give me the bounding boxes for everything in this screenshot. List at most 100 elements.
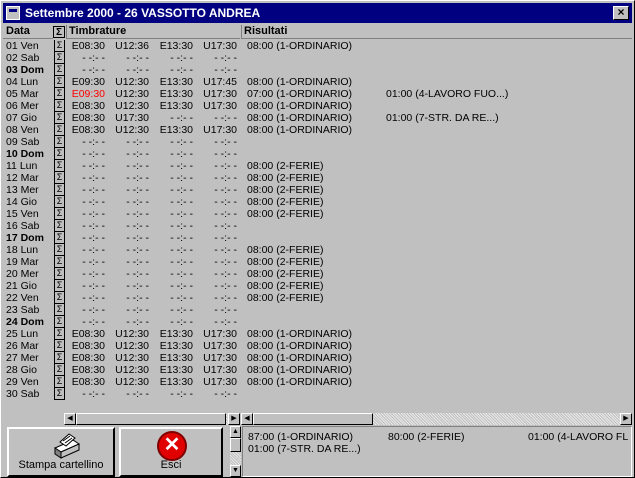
title-bar[interactable]: Settembre 2000 - 26 VASSOTTO ANDREA × xyxy=(3,3,632,23)
scroll-down-arrow-icon[interactable]: ▼ xyxy=(230,465,241,477)
timbratura-cell[interactable]: - -:- - xyxy=(193,268,237,280)
timbratura-cell[interactable]: - -:- - xyxy=(193,160,237,172)
scroll-thumb[interactable] xyxy=(76,413,226,425)
risultati-row[interactable]: 07:00 (1-ORDINARIO) 01:00 (4-LAVORO FUO..… xyxy=(241,88,632,100)
risultati-row[interactable]: 08:00 (2-FERIE) xyxy=(241,160,632,172)
timbratura-cell[interactable]: - -:- - xyxy=(149,172,193,184)
timbratura-cell[interactable]: U12:30 xyxy=(105,328,149,340)
timbrature-grid[interactable]: 01 Ven Σ E08:30 U12:36 E13:30 U17:30 02 Sab Σ - … xyxy=(3,40,240,412)
timbratura-cell[interactable]: - -:- - xyxy=(61,172,105,184)
table-row[interactable]: 13 Mer Σ - -:- -- -:- -- -:- -- -:- - xyxy=(3,184,240,196)
table-row[interactable]: 08 Ven Σ E08:30 U12:30 E13:30 U17:30 xyxy=(3,124,240,136)
risultati-row[interactable]: 08:00 (2-FERIE) xyxy=(241,184,632,196)
timbratura-cell[interactable]: - -:- - xyxy=(61,184,105,196)
timbratura-cell[interactable]: U12:30 xyxy=(105,376,149,388)
risultati-row[interactable] xyxy=(241,232,632,244)
timbratura-cell[interactable]: - -:- - xyxy=(149,280,193,292)
scroll-up-arrow-icon[interactable]: ▲ xyxy=(230,426,241,438)
timbratura-cell[interactable]: - -:- - xyxy=(193,112,237,124)
timbratura-cell[interactable]: - -:- - xyxy=(149,388,193,400)
timbratura-cell[interactable]: U12:30 xyxy=(105,100,149,112)
timbratura-cell[interactable]: - -:- - xyxy=(105,292,149,304)
timbratura-cell[interactable]: - -:- - xyxy=(105,268,149,280)
timbratura-cell[interactable]: U17:30 xyxy=(193,364,237,376)
table-row[interactable]: 19 Mar Σ - -:- -- -:- -- -:- -- -:- - xyxy=(3,256,240,268)
timbratura-cell[interactable]: - -:- - xyxy=(149,316,193,328)
timbratura-cell[interactable]: U12:30 xyxy=(105,364,149,376)
timbratura-cell[interactable]: - -:- - xyxy=(149,304,193,316)
timbratura-cell[interactable]: - -:- - xyxy=(149,148,193,160)
risultati-row[interactable]: 08:00 (2-FERIE) xyxy=(241,292,632,304)
timbratura-cell[interactable]: E13:30 xyxy=(149,100,193,112)
table-row[interactable]: 23 Sab Σ - -:- -- -:- -- -:- -- -:- - xyxy=(3,304,240,316)
timbratura-cell[interactable]: - -:- - xyxy=(61,280,105,292)
timbratura-cell[interactable]: - -:- - xyxy=(105,184,149,196)
timbratura-cell[interactable]: - -:- - xyxy=(61,208,105,220)
timbratura-cell[interactable]: - -:- - xyxy=(61,136,105,148)
timbratura-cell[interactable]: - -:- - xyxy=(105,52,149,64)
risultati-row[interactable]: 08:00 (2-FERIE) xyxy=(241,244,632,256)
timbratura-cell[interactable]: - -:- - xyxy=(193,256,237,268)
timbratura-cell[interactable]: - -:- - xyxy=(149,208,193,220)
timbratura-cell[interactable]: U17:30 xyxy=(193,376,237,388)
timbratura-cell[interactable]: - -:- - xyxy=(193,172,237,184)
timbratura-cell[interactable]: E08:30 xyxy=(61,328,105,340)
scroll-thumb[interactable] xyxy=(253,413,373,425)
table-row[interactable]: 21 Gio Σ - -:- -- -:- -- -:- -- -:- - xyxy=(3,280,240,292)
timbratura-cell[interactable]: - -:- - xyxy=(105,148,149,160)
risultati-grid[interactable]: 08:00 (1-ORDINARIO) 08:00 (1-ORDINARIO) 07… xyxy=(241,40,632,412)
timbratura-cell[interactable]: - -:- - xyxy=(193,304,237,316)
timbratura-cell[interactable]: - -:- - xyxy=(193,196,237,208)
table-row[interactable]: 05 Mar Σ E09:30 U12:30 E13:30 U17:30 xyxy=(3,88,240,100)
timbratura-cell[interactable]: - -:- - xyxy=(61,244,105,256)
table-row[interactable]: 09 Sab Σ - -:- -- -:- -- -:- -- -:- - xyxy=(3,136,240,148)
timbratura-cell[interactable]: E13:30 xyxy=(149,352,193,364)
risultati-row[interactable] xyxy=(241,304,632,316)
timbratura-cell[interactable]: E13:30 xyxy=(149,88,193,100)
timbratura-cell[interactable]: E13:30 xyxy=(149,40,193,52)
timbratura-cell[interactable]: - -:- - xyxy=(61,52,105,64)
timbratura-cell[interactable]: U17:30 xyxy=(193,100,237,112)
table-row[interactable]: 17 Dom Σ - -:- -- -:- -- -:- -- -:- - xyxy=(3,232,240,244)
close-button[interactable]: × xyxy=(613,6,629,20)
table-row[interactable]: 07 Gio Σ E08:30 U17:30- -:- -- -:- - xyxy=(3,112,240,124)
timbratura-cell[interactable]: E08:30 xyxy=(61,40,105,52)
timbratura-cell[interactable]: U17:30 xyxy=(193,88,237,100)
timbratura-cell[interactable]: - -:- - xyxy=(149,160,193,172)
timbratura-cell[interactable]: E09:30 xyxy=(61,76,105,88)
timbratura-cell[interactable]: E08:30 xyxy=(61,352,105,364)
timbratura-cell[interactable]: - -:- - xyxy=(105,160,149,172)
risultati-row[interactable] xyxy=(241,220,632,232)
timbratura-cell[interactable]: - -:- - xyxy=(193,292,237,304)
scroll-left-arrow-icon[interactable]: ◀ xyxy=(64,413,76,425)
risultati-row[interactable]: 08:00 (1-ORDINARIO) xyxy=(241,340,632,352)
table-row[interactable]: 18 Lun Σ - -:- -- -:- -- -:- -- -:- - xyxy=(3,244,240,256)
timbratura-cell[interactable]: - -:- - xyxy=(61,316,105,328)
esci-button[interactable]: ✕ Esci xyxy=(119,427,223,477)
timbratura-cell[interactable]: - -:- - xyxy=(149,232,193,244)
timbratura-cell[interactable]: - -:- - xyxy=(193,136,237,148)
timbratura-cell[interactable]: E08:30 xyxy=(61,100,105,112)
table-row[interactable]: 22 Ven Σ - -:- -- -:- -- -:- -- -:- - xyxy=(3,292,240,304)
table-row[interactable]: 28 Gio Σ E08:30 U12:30 E13:30 U17:30 xyxy=(3,364,240,376)
timbratura-cell[interactable]: U17:30 xyxy=(193,328,237,340)
timbratura-cell[interactable]: U17:30 xyxy=(193,340,237,352)
timbratura-cell[interactable]: E13:30 xyxy=(149,376,193,388)
timbratura-cell[interactable]: U17:30 xyxy=(193,40,237,52)
risultati-row[interactable]: 08:00 (2-FERIE) xyxy=(241,256,632,268)
timbratura-cell[interactable]: - -:- - xyxy=(105,208,149,220)
table-row[interactable]: 29 Ven Σ E08:30 U12:30 E13:30 U17:30 xyxy=(3,376,240,388)
timbratura-cell[interactable]: U17:30 xyxy=(193,124,237,136)
timbratura-cell[interactable]: E08:30 xyxy=(61,112,105,124)
timbratura-cell[interactable]: - -:- - xyxy=(193,388,237,400)
column-header-risultati[interactable]: Risultati xyxy=(241,25,632,39)
risultati-row[interactable]: 08:00 (1-ORDINARIO) xyxy=(241,124,632,136)
table-row[interactable]: 24 Dom Σ - -:- -- -:- -- -:- -- -:- - xyxy=(3,316,240,328)
timbratura-cell[interactable]: - -:- - xyxy=(149,256,193,268)
table-row[interactable]: 27 Mer Σ E08:30 U12:30 E13:30 U17:30 xyxy=(3,352,240,364)
timbratura-cell[interactable]: - -:- - xyxy=(61,268,105,280)
timbratura-cell[interactable]: - -:- - xyxy=(61,292,105,304)
table-row[interactable]: 01 Ven Σ E08:30 U12:36 E13:30 U17:30 xyxy=(3,40,240,52)
timbratura-cell[interactable]: - -:- - xyxy=(61,160,105,172)
risultati-row[interactable]: 08:00 (1-ORDINARIO) xyxy=(241,76,632,88)
